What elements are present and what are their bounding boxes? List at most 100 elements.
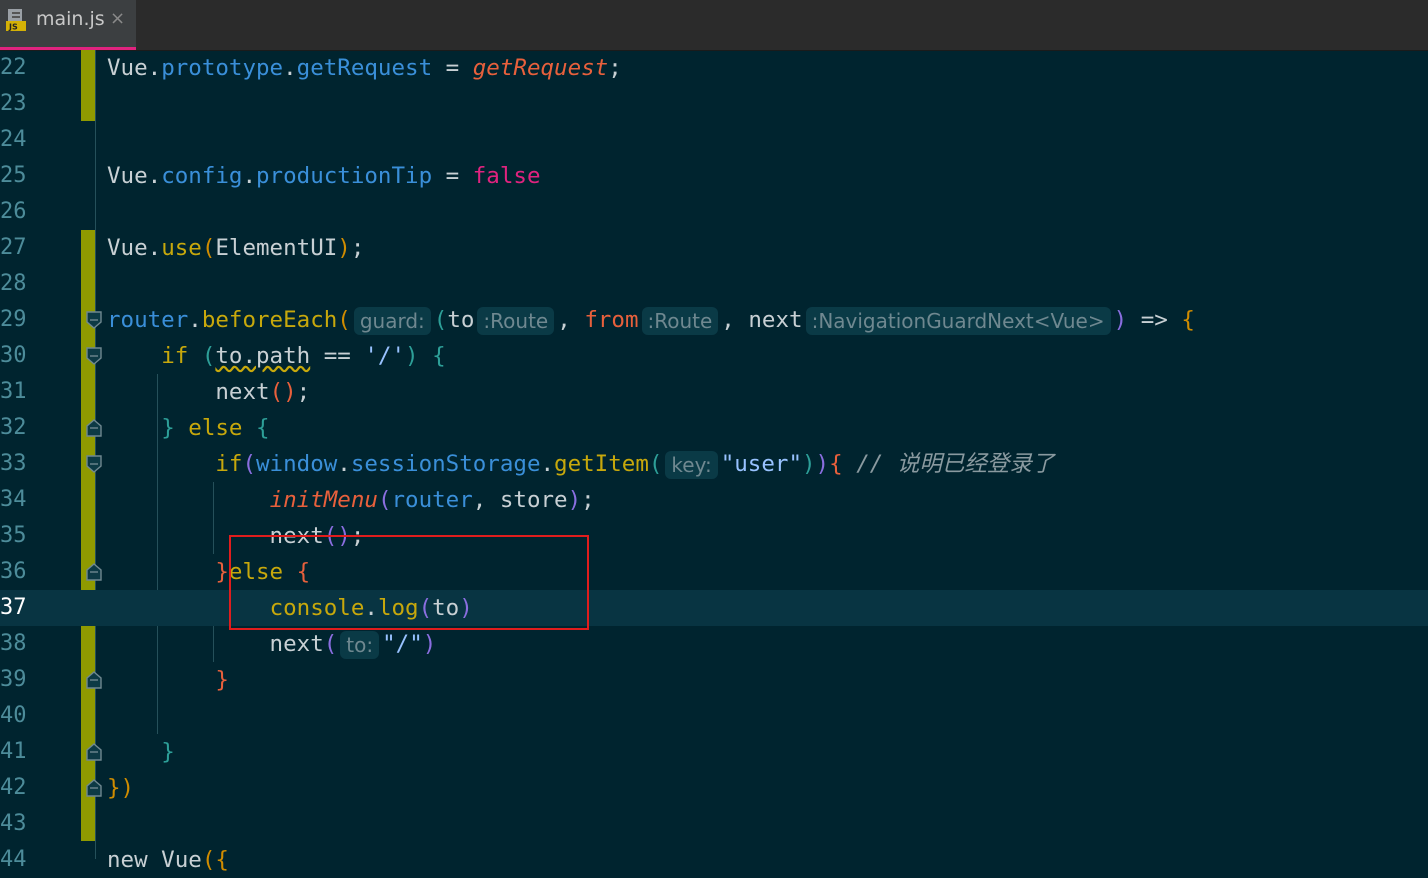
code-line[interactable]: 25 Vue.config.productionTip = false	[0, 158, 1428, 194]
code-text[interactable]: next();	[107, 374, 310, 410]
line-number[interactable]: 35	[0, 518, 40, 554]
fold-collapse-icon[interactable]	[86, 455, 102, 473]
fold-end-icon[interactable]	[86, 419, 102, 437]
line-number[interactable]: 43	[0, 806, 40, 842]
code-token: ;	[608, 55, 622, 81]
code-token: getRequest	[472, 55, 609, 81]
close-icon[interactable]: ×	[110, 8, 125, 29]
code-text[interactable]: Vue.use(ElementUI);	[107, 230, 364, 266]
line-number[interactable]: 44	[0, 842, 40, 878]
line-number[interactable]: 31	[0, 374, 40, 410]
javascript-file-icon: JS	[6, 9, 26, 32]
line-number[interactable]: 23	[0, 86, 40, 122]
code-line[interactable]: 29 router.beforeEach(guard: (to:Route, fro…	[0, 302, 1428, 338]
code-token: )	[120, 775, 135, 801]
code-line[interactable]: 30 if (to.path == '/') {	[0, 338, 1428, 374]
fold-end-icon[interactable]	[86, 563, 102, 581]
line-number[interactable]: 36	[0, 554, 40, 590]
code-token: else	[174, 415, 257, 441]
code-line[interactable]: 39 }	[0, 662, 1428, 698]
code-line[interactable]: 28	[0, 266, 1428, 302]
line-number[interactable]: 27	[0, 230, 40, 266]
code-token: "user"	[720, 451, 802, 477]
code-token: Vue	[107, 55, 148, 81]
line-number[interactable]: 29	[0, 302, 40, 338]
code-line[interactable]: 35 next();	[0, 518, 1428, 554]
code-token: )	[422, 631, 437, 657]
code-line[interactable]: 37 console.log(to)	[0, 590, 1428, 626]
code-line[interactable]: 27 Vue.use(ElementUI);	[0, 230, 1428, 266]
code-token: }	[215, 559, 229, 585]
code-line[interactable]: 34 initMenu(router, store);	[0, 482, 1428, 518]
code-line[interactable]: 24	[0, 122, 1428, 158]
line-number[interactable]: 28	[0, 266, 40, 302]
line-number[interactable]: 25	[0, 158, 40, 194]
line-number[interactable]: 38	[0, 626, 40, 662]
code-line[interactable]: 33 if(window.sessionStorage.getItem(key:…	[0, 446, 1428, 482]
code-text[interactable]: if (to.path == '/') {	[107, 338, 445, 374]
code-text[interactable]: }	[107, 662, 229, 698]
code-text[interactable]: next(to: "/")	[107, 626, 436, 662]
code-editor[interactable]: 22 Vue.prototype.getRequest = getRequest;…	[0, 50, 1428, 873]
code-text[interactable]: })	[107, 770, 134, 806]
code-token: )	[802, 451, 816, 477]
code-text[interactable]: }	[107, 734, 175, 770]
line-number[interactable]: 41	[0, 734, 40, 770]
code-text[interactable]: Vue.prototype.getRequest = getRequest;	[107, 50, 622, 86]
line-number[interactable]: 42	[0, 770, 40, 806]
code-line[interactable]: 26	[0, 194, 1428, 230]
code-token: ;	[296, 379, 311, 405]
code-token: router	[107, 307, 189, 333]
code-line[interactable]: 32 } else {	[0, 410, 1428, 446]
code-token: ElementUI	[215, 235, 338, 261]
code-text[interactable]: if(window.sessionStorage.getItem(key: "us…	[107, 446, 1054, 482]
code-token: window	[256, 451, 338, 477]
code-token: .	[242, 163, 257, 189]
fold-collapse-icon[interactable]	[86, 311, 102, 329]
fold-end-icon[interactable]	[86, 743, 102, 761]
line-number[interactable]: 22	[0, 50, 40, 86]
code-text[interactable]: new Vue({	[107, 842, 229, 878]
code-token: (	[323, 631, 338, 657]
code-line[interactable]: 23	[0, 86, 1428, 122]
code-token: .	[337, 451, 351, 477]
code-text[interactable]: } else {	[107, 410, 269, 446]
line-number[interactable]: 30	[0, 338, 40, 374]
code-text[interactable]: initMenu(router, store);	[107, 482, 595, 518]
code-line[interactable]: 41 }	[0, 734, 1428, 770]
code-token: (	[242, 451, 257, 477]
parameter-hint: to:	[340, 630, 380, 659]
line-number[interactable]: 24	[0, 122, 40, 158]
code-token: .	[188, 307, 202, 333]
line-number[interactable]: 33	[0, 446, 40, 482]
code-token: ;	[350, 235, 365, 261]
line-number[interactable]: 39	[0, 662, 40, 698]
tab-filename: main.js	[36, 8, 105, 30]
code-token: Vue	[107, 163, 148, 189]
code-line[interactable]: 44 new Vue({	[0, 842, 1428, 878]
line-number[interactable]: 40	[0, 698, 40, 734]
line-number[interactable]: 34	[0, 482, 40, 518]
fold-end-icon[interactable]	[86, 779, 102, 797]
line-number[interactable]: 37	[0, 590, 40, 626]
code-line[interactable]: 36 }else {	[0, 554, 1428, 590]
code-token: )	[567, 487, 582, 513]
code-line[interactable]: 38 next(to: "/")	[0, 626, 1428, 662]
code-text[interactable]: router.beforeEach(guard: (to:Route, from:…	[107, 302, 1195, 338]
fold-collapse-icon[interactable]	[86, 347, 102, 365]
code-line[interactable]: 22 Vue.prototype.getRequest = getRequest;	[0, 50, 1428, 86]
line-number[interactable]: 26	[0, 194, 40, 230]
fold-end-icon[interactable]	[86, 671, 102, 689]
annotation-highlight-box	[229, 535, 589, 630]
code-line[interactable]: 31 next();	[0, 374, 1428, 410]
line-number[interactable]: 32	[0, 410, 40, 446]
code-text[interactable]: Vue.config.productionTip = false	[107, 158, 541, 194]
code-line[interactable]: 40	[0, 698, 1428, 734]
code-line[interactable]: 42})	[0, 770, 1428, 806]
tab-main-js[interactable]: JS main.js ×	[0, 0, 136, 50]
code-line[interactable]: 43	[0, 806, 1428, 842]
